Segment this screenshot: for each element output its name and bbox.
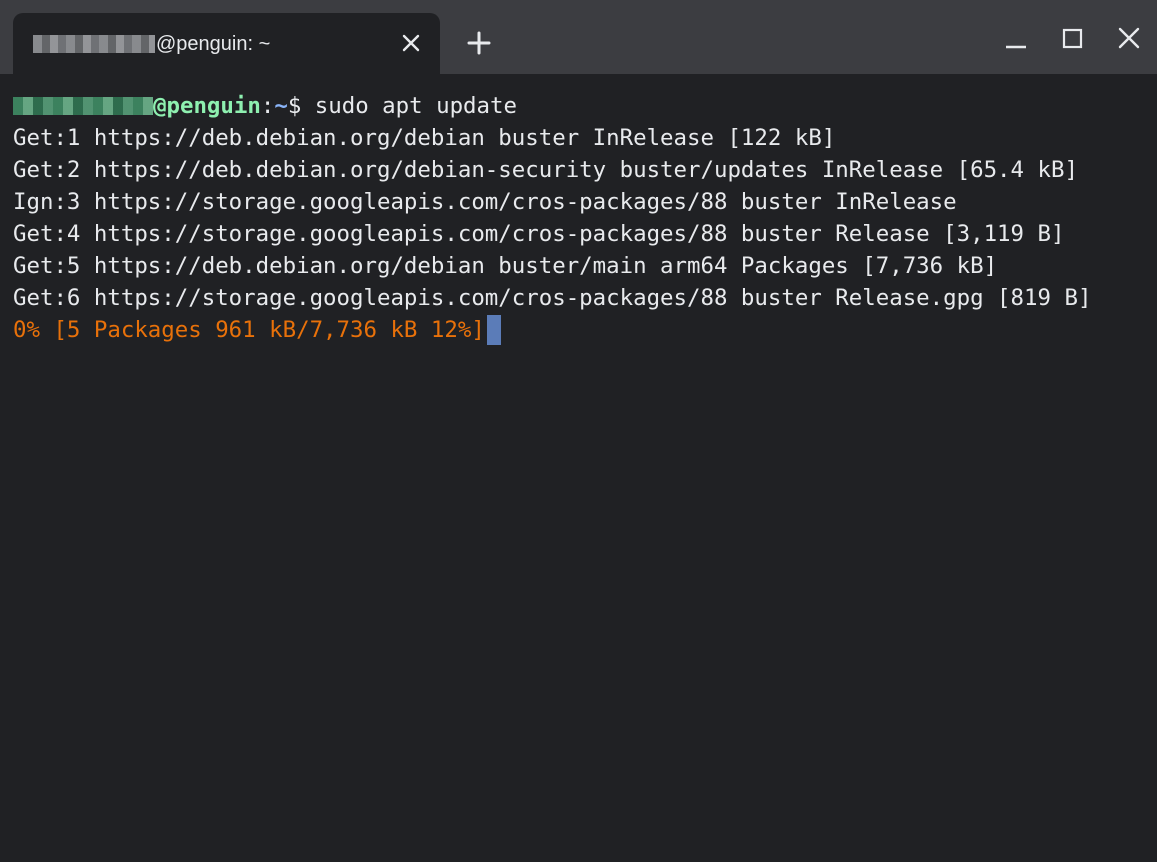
maximize-icon	[1062, 28, 1083, 49]
progress-text: 0% [5 Packages 961 kB/7,736 kB 12%]	[13, 317, 485, 343]
progress-line: 0% [5 Packages 961 kB/7,736 kB 12%]	[13, 314, 1157, 346]
prompt-symbol: $	[287, 93, 302, 119]
maximize-button[interactable]	[1059, 26, 1087, 54]
terminal-window: @penguin: ~ @penguin:~$ sudo apt update …	[0, 0, 1157, 862]
output-line: Ign:3 https://storage.googleapis.com/cro…	[13, 189, 957, 215]
output-line: Get:6 https://storage.googleapis.com/cro…	[13, 285, 1092, 311]
minimize-button[interactable]	[1002, 26, 1030, 54]
prompt-host: @penguin	[153, 93, 261, 119]
prompt-line: @penguin:~$ sudo apt update	[13, 90, 1157, 122]
close-icon	[402, 34, 420, 52]
output-line: Get:4 https://storage.googleapis.com/cro…	[13, 221, 1065, 247]
output-line: Get:2 https://deb.debian.org/debian-secu…	[13, 157, 1078, 183]
tab-close-button[interactable]	[398, 30, 424, 56]
redacted-username	[13, 97, 153, 115]
minimize-icon	[1006, 45, 1026, 49]
prompt-separator: :	[260, 93, 275, 119]
prompt-command: sudo apt update	[301, 93, 517, 119]
title-bar: @penguin: ~	[0, 0, 1157, 74]
terminal-output[interactable]: @penguin:~$ sudo apt update Get:1 https:…	[13, 90, 1157, 862]
redacted-username	[33, 35, 155, 53]
window-close-button[interactable]	[1116, 26, 1144, 54]
output-line: Get:5 https://deb.debian.org/debian bust…	[13, 253, 998, 279]
output-line: Get:1 https://deb.debian.org/debian bust…	[13, 125, 836, 151]
prompt-path: ~	[274, 93, 288, 119]
text-cursor	[486, 315, 501, 345]
new-tab-button[interactable]	[465, 29, 493, 57]
tab-title: @penguin: ~	[33, 30, 270, 58]
plus-icon	[467, 31, 491, 55]
close-icon	[1118, 27, 1140, 49]
tab-terminal[interactable]: @penguin: ~	[13, 13, 440, 74]
